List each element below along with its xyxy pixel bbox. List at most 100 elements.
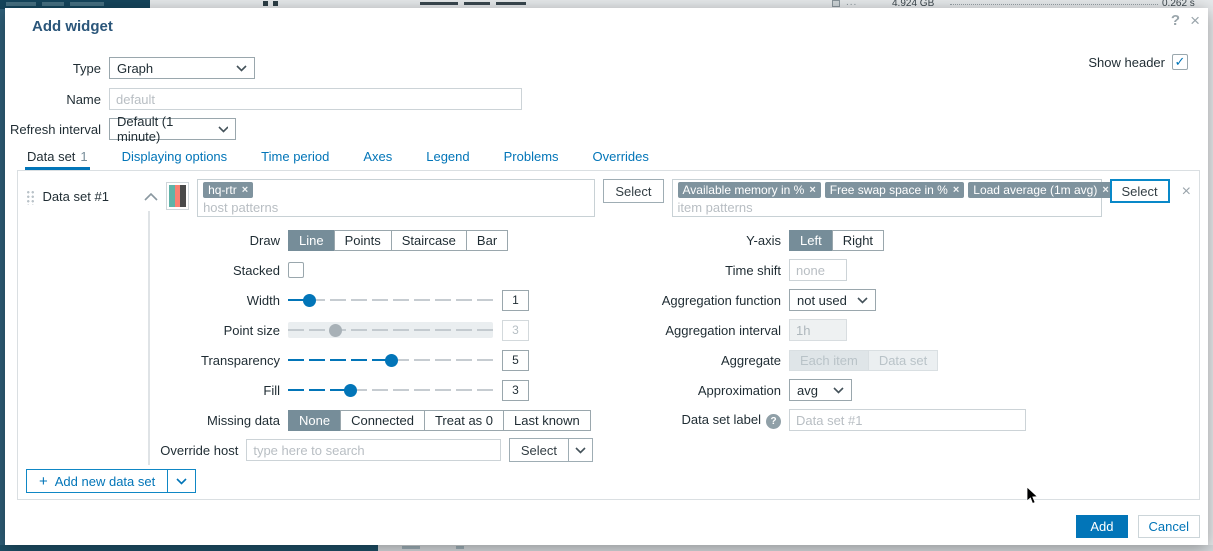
point-size-label: Point size bbox=[18, 323, 288, 338]
add-widget-dialog: Add widget ? × Type Graph Name Refresh i… bbox=[5, 8, 1208, 545]
fill-slider[interactable] bbox=[288, 382, 493, 398]
background-mark bbox=[273, 1, 278, 6]
point-size-slider bbox=[288, 322, 493, 338]
y-axis-segmented: Left Right bbox=[789, 230, 884, 251]
slider-track bbox=[288, 329, 493, 331]
host-patterns-multiselect[interactable]: hq-rtr × host patterns bbox=[197, 179, 595, 217]
transparency-slider[interactable] bbox=[288, 352, 493, 368]
dialog-title: Add widget bbox=[32, 18, 113, 35]
draw-option-points[interactable]: Points bbox=[334, 230, 392, 251]
tab-data-set-count: 1 bbox=[80, 149, 87, 164]
missing-data-last-known[interactable]: Last known bbox=[503, 410, 591, 431]
refresh-interval-select[interactable]: Default (1 minute) bbox=[109, 118, 236, 140]
dialog-help-icon[interactable]: ? bbox=[1171, 13, 1180, 29]
server-icon bbox=[832, 0, 840, 7]
width-slider[interactable] bbox=[288, 292, 493, 308]
tab-legend[interactable]: Legend bbox=[424, 145, 471, 170]
add-new-data-set-dropdown[interactable] bbox=[167, 469, 196, 493]
y-axis-left[interactable]: Left bbox=[789, 230, 833, 251]
add-button[interactable]: Add bbox=[1076, 515, 1127, 538]
missing-data-connected[interactable]: Connected bbox=[340, 410, 425, 431]
time-shift-label: Time shift bbox=[593, 263, 789, 278]
width-value[interactable]: 1 bbox=[502, 290, 529, 311]
swatch-color-3 bbox=[180, 185, 186, 207]
dotted-leader bbox=[950, 4, 1158, 5]
dialog-close-icon[interactable]: × bbox=[1190, 13, 1200, 29]
aggregation-interval-label: Aggregation interval bbox=[593, 323, 789, 338]
chevron-down-icon bbox=[218, 126, 228, 133]
chevron-down-icon bbox=[857, 297, 868, 304]
type-label: Type bbox=[5, 61, 101, 76]
type-select-value: Graph bbox=[117, 61, 153, 76]
missing-data-treat-as-0[interactable]: Treat as 0 bbox=[424, 410, 504, 431]
memory-value: 4.924 GB bbox=[892, 0, 934, 8]
cpu-value: 0.262 s bbox=[1162, 0, 1195, 8]
tab-overrides[interactable]: Overrides bbox=[591, 145, 651, 170]
add-new-data-set-button[interactable]: + Add new data set bbox=[26, 469, 168, 493]
collapse-chevron-icon[interactable] bbox=[144, 189, 158, 204]
background-text-fragment bbox=[496, 2, 526, 5]
type-select[interactable]: Graph bbox=[109, 57, 255, 79]
slider-handle[interactable] bbox=[385, 354, 398, 367]
draw-option-staircase[interactable]: Staircase bbox=[391, 230, 467, 251]
approximation-value: avg bbox=[797, 383, 818, 398]
missing-data-none[interactable]: None bbox=[288, 410, 341, 431]
remove-tag-icon[interactable]: × bbox=[809, 184, 815, 196]
override-host-select-dropdown[interactable] bbox=[568, 438, 593, 462]
aggregate-data-set: Data set bbox=[868, 350, 938, 371]
remove-tag-icon[interactable]: × bbox=[953, 184, 959, 196]
override-host-input[interactable] bbox=[246, 439, 501, 461]
y-axis-right[interactable]: Right bbox=[832, 230, 884, 251]
show-header-label: Show header bbox=[1088, 55, 1165, 70]
remove-data-set-icon[interactable]: × bbox=[1182, 183, 1191, 201]
item-tag: Available memory in % × bbox=[678, 182, 821, 198]
aggregation-interval-input bbox=[789, 319, 847, 341]
chevron-down-icon bbox=[833, 387, 844, 394]
slider-handle[interactable] bbox=[303, 294, 316, 307]
width-label: Width bbox=[18, 293, 288, 308]
item-tag: Free swap space in % × bbox=[825, 182, 965, 198]
name-label: Name bbox=[5, 92, 101, 107]
background-mark bbox=[456, 546, 464, 549]
remove-tag-icon[interactable]: × bbox=[1102, 184, 1108, 196]
help-icon[interactable]: ? bbox=[766, 414, 781, 429]
stacked-checkbox[interactable] bbox=[288, 262, 304, 278]
fill-value[interactable]: 3 bbox=[502, 380, 529, 401]
tab-time-period[interactable]: Time period bbox=[259, 145, 331, 170]
draw-option-line[interactable]: Line bbox=[288, 230, 335, 251]
cancel-button[interactable]: Cancel bbox=[1138, 515, 1200, 538]
refresh-interval-value: Default (1 minute) bbox=[117, 114, 208, 144]
time-shift-input[interactable] bbox=[789, 259, 847, 281]
slider-handle[interactable] bbox=[344, 384, 357, 397]
host-select-button[interactable]: Select bbox=[603, 179, 663, 203]
host-patterns-placeholder: host patterns bbox=[203, 200, 589, 215]
show-header-checkbox[interactable]: ✓ bbox=[1172, 54, 1188, 70]
approximation-label: Approximation bbox=[593, 383, 789, 398]
item-select-button[interactable]: Select bbox=[1110, 179, 1170, 203]
aggregation-function-value: not used bbox=[797, 293, 847, 308]
aggregate-each-item: Each item bbox=[789, 350, 869, 371]
item-patterns-placeholder: item patterns bbox=[678, 200, 1096, 215]
transparency-value[interactable]: 5 bbox=[502, 350, 529, 371]
draw-option-bar[interactable]: Bar bbox=[466, 230, 508, 251]
background-text-fragment bbox=[420, 2, 458, 5]
data-set-label-input[interactable] bbox=[789, 409, 1026, 431]
refresh-interval-label: Refresh interval bbox=[5, 122, 101, 137]
tab-axes[interactable]: Axes bbox=[361, 145, 394, 170]
override-host-select-button[interactable]: Select bbox=[509, 438, 569, 462]
tab-displaying-options[interactable]: Displaying options bbox=[120, 145, 230, 170]
slider-fill bbox=[288, 389, 350, 391]
name-input[interactable] bbox=[109, 88, 522, 110]
color-swatch[interactable] bbox=[166, 182, 189, 210]
slider-track bbox=[288, 299, 493, 301]
tab-problems[interactable]: Problems bbox=[502, 145, 561, 170]
point-size-value: 3 bbox=[502, 320, 529, 341]
drag-handle[interactable] bbox=[26, 190, 34, 205]
item-patterns-multiselect[interactable]: Available memory in % × Free swap space … bbox=[672, 179, 1102, 217]
add-new-data-set-split: + Add new data set bbox=[26, 469, 196, 493]
remove-tag-icon[interactable]: × bbox=[242, 184, 248, 196]
tab-data-set[interactable]: Data set1 bbox=[25, 145, 90, 170]
aggregation-function-select[interactable]: not used bbox=[789, 289, 876, 311]
approximation-select[interactable]: avg bbox=[789, 379, 852, 401]
aggregation-function-label: Aggregation function bbox=[593, 293, 789, 308]
